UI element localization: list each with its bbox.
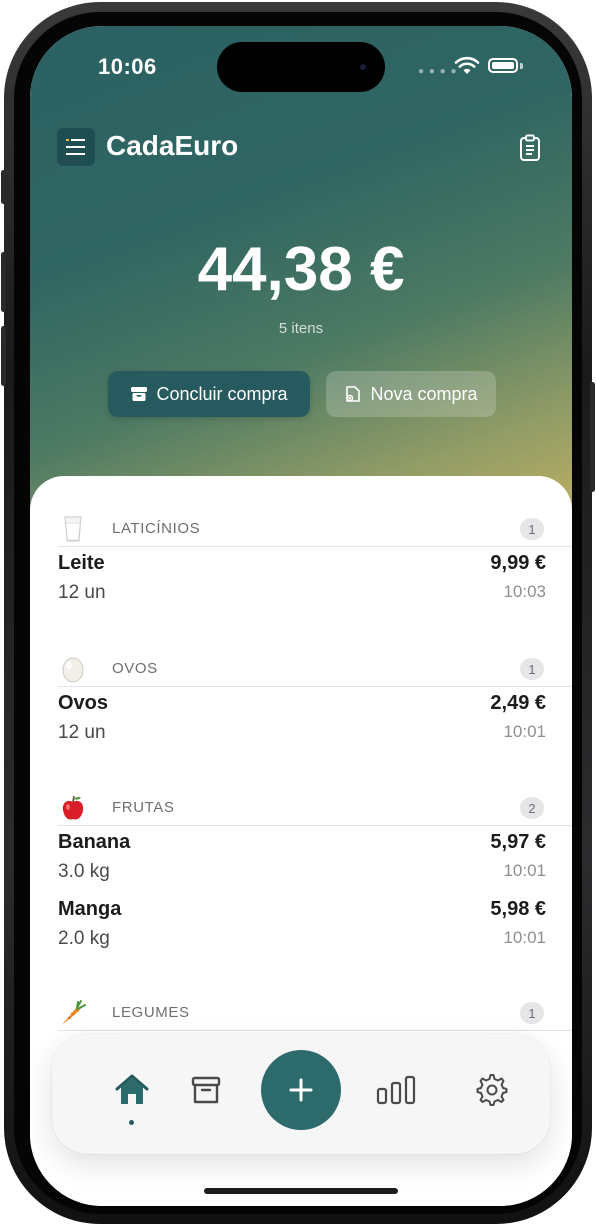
category-name: FRUTAS — [112, 799, 175, 816]
finish-purchase-button[interactable]: Concluir compra — [108, 371, 310, 417]
new-purchase-button[interactable]: Nova compra — [326, 371, 496, 417]
total-amount: 44,38 € — [197, 235, 405, 304]
dynamic-island — [217, 42, 385, 92]
menu-icon — [66, 139, 85, 155]
category-header-dairy: LATICÍNIOS 1 — [58, 510, 544, 550]
item-name: Leite — [58, 552, 105, 574]
power-button — [590, 382, 595, 492]
category-count-badge: 1 — [520, 658, 544, 680]
tab-statistics[interactable] — [374, 1068, 418, 1112]
volume-up-button — [1, 252, 6, 312]
item-time: 10:03 — [503, 582, 546, 601]
category-header-eggs: OVOS 1 — [58, 650, 544, 690]
category-header-vegetables: LEGUMES 1 — [58, 994, 544, 1034]
divider — [58, 686, 572, 687]
egg-icon — [62, 657, 84, 683]
tab-home[interactable] — [110, 1068, 154, 1112]
category-header-fruits: FRUTAS 2 — [58, 789, 544, 829]
item-name: Ovos — [58, 692, 109, 714]
home-indicator — [204, 1188, 398, 1194]
category-name: LEGUMES — [112, 1004, 190, 1021]
signal-icon: ● ● ● ● — [418, 66, 458, 77]
category-count-badge: 2 — [520, 797, 544, 819]
volume-down-button — [1, 326, 6, 386]
items-count: 5 itens — [278, 320, 324, 337]
archive-box-icon — [131, 387, 148, 401]
item-price: 2,49 € — [490, 692, 546, 714]
item-quantity: 2.0 kg — [58, 928, 110, 949]
item-name: Manga — [58, 898, 122, 920]
list-item-leite[interactable]: Leite 12 un 9,99 € 10:03 — [58, 552, 546, 614]
divider — [58, 546, 572, 547]
tab-bar — [52, 1034, 550, 1154]
battery-tip — [520, 63, 523, 69]
item-price: 5,98 € — [490, 898, 546, 920]
clipboard-button[interactable] — [518, 134, 542, 167]
new-purchase-label: Nova compra — [370, 383, 478, 404]
menu-button[interactable] — [57, 128, 95, 166]
milk-glass-icon — [64, 516, 82, 542]
item-quantity: 3.0 kg — [58, 861, 110, 882]
settings-icon — [476, 1074, 508, 1106]
active-tab-indicator — [129, 1120, 134, 1125]
status-time: 10:06 — [98, 54, 157, 79]
item-time: 10:01 — [503, 722, 546, 741]
category-count-badge: 1 — [520, 518, 544, 540]
category-count-badge: 1 — [520, 1002, 544, 1024]
screen: 10:06 ● ● ● ● CadaEuro 44,38 € 5 itens C… — [30, 26, 572, 1206]
list-item-banana[interactable]: Banana 3.0 kg 5,97 € 10:01 — [58, 831, 546, 893]
apple-icon — [62, 795, 84, 820]
hero-header: 10:06 ● ● ● ● CadaEuro 44,38 € 5 itens C… — [30, 26, 572, 546]
archive-icon — [191, 1076, 221, 1104]
camera-dot — [360, 64, 366, 70]
item-price: 9,99 € — [490, 552, 546, 574]
tab-settings[interactable] — [470, 1068, 514, 1112]
home-icon — [115, 1074, 149, 1104]
new-cart-icon — [346, 386, 361, 402]
tab-archive[interactable] — [184, 1068, 228, 1112]
category-name: OVOS — [112, 660, 158, 677]
item-quantity: 12 un — [58, 582, 106, 603]
item-quantity: 12 un — [58, 722, 106, 743]
wifi-icon — [454, 56, 480, 74]
app-title: CadaEuro — [106, 130, 239, 161]
item-time: 10:01 — [503, 861, 546, 880]
list-item-ovos[interactable]: Ovos 12 un 2,49 € 10:01 — [58, 692, 546, 754]
battery-icon — [488, 58, 518, 73]
carrot-icon — [62, 1000, 86, 1025]
category-name: LATICÍNIOS — [112, 520, 201, 537]
item-name: Banana — [58, 831, 131, 853]
phone-frame: 10:06 ● ● ● ● CadaEuro 44,38 € 5 itens C… — [1, 2, 595, 1224]
item-time: 10:01 — [503, 928, 546, 947]
list-item-manga[interactable]: Manga 2.0 kg 5,98 € 10:01 — [58, 898, 546, 960]
mute-switch — [1, 170, 6, 204]
item-price: 5,97 € — [490, 831, 546, 853]
finish-purchase-label: Concluir compra — [156, 383, 288, 404]
plus-icon — [289, 1078, 313, 1102]
stats-icon — [376, 1075, 416, 1105]
add-item-button[interactable] — [261, 1050, 341, 1130]
divider — [58, 825, 572, 826]
divider — [58, 1030, 572, 1031]
clipboard-icon — [520, 134, 540, 161]
